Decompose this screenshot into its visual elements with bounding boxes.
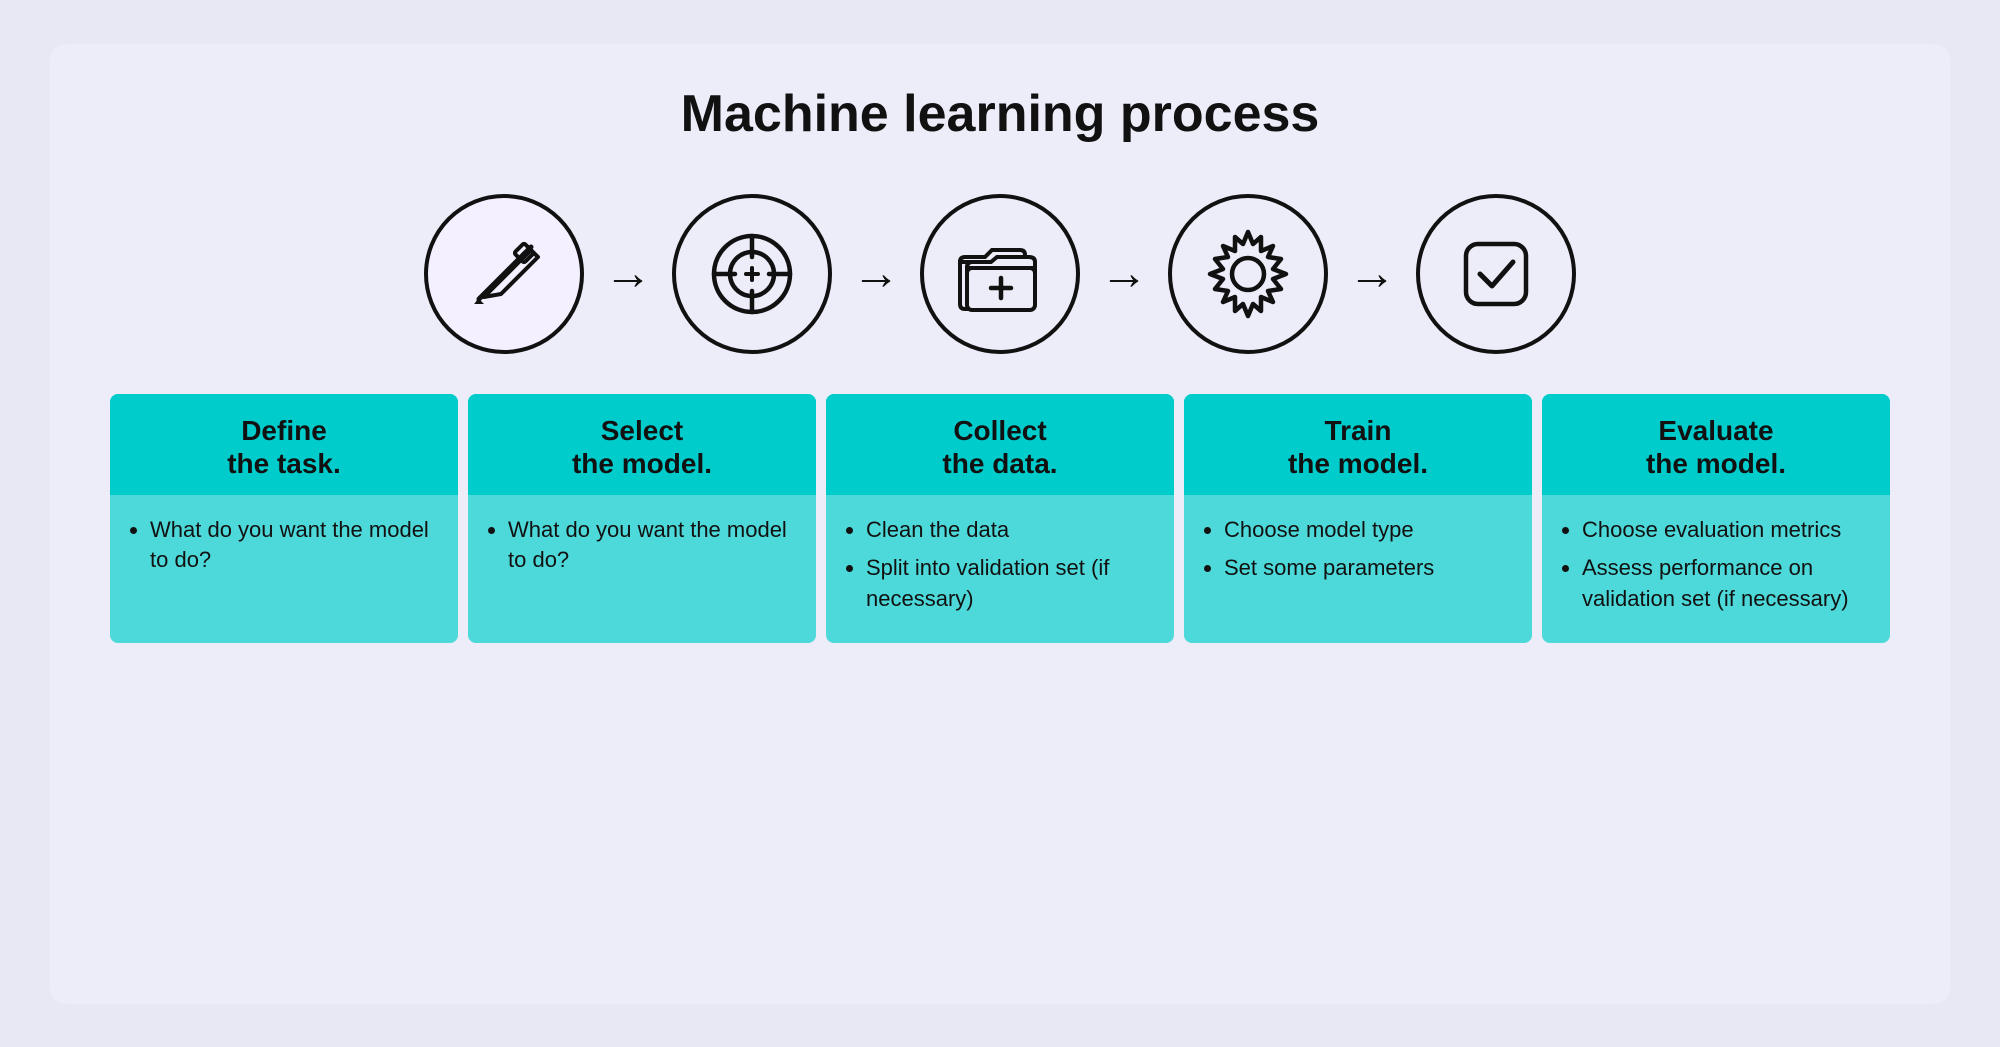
arrow-3: → — [1100, 246, 1148, 301]
arrow-2: → — [852, 246, 900, 301]
card-evaluate-title: Evaluatethe model. — [1562, 414, 1870, 481]
card-collect-title: Collectthe data. — [846, 414, 1154, 481]
card-define-bullet-1: What do you want the model to do? — [150, 515, 438, 577]
card-collect-bullet-2: Split into validation set (if necessary) — [866, 553, 1154, 615]
card-evaluate-bullet-1: Choose evaluation metrics — [1582, 515, 1870, 546]
card-define-header: Definethe task. — [110, 394, 458, 495]
icon-train — [1168, 194, 1328, 354]
card-collect-body: Clean the data Split into validation set… — [826, 495, 1174, 643]
card-train: Trainthe model. Choose model type Set so… — [1184, 394, 1532, 644]
arrow-1: → — [604, 246, 652, 301]
card-select-body: What do you want the model to do? — [468, 495, 816, 643]
icon-define — [424, 194, 584, 354]
card-evaluate-header: Evaluatethe model. — [1542, 394, 1890, 495]
card-define-body: What do you want the model to do? — [110, 495, 458, 643]
card-select-title: Selectthe model. — [488, 414, 796, 481]
card-select: Selectthe model. What do you want the mo… — [468, 394, 816, 644]
cards-row: Definethe task. What do you want the mod… — [110, 394, 1890, 644]
icon-collect — [920, 194, 1080, 354]
card-train-bullet-1: Choose model type — [1224, 515, 1512, 546]
page-title: Machine learning process — [681, 84, 1320, 144]
icon-evaluate — [1416, 194, 1576, 354]
card-collect-header: Collectthe data. — [826, 394, 1174, 495]
card-evaluate: Evaluatethe model. Choose evaluation met… — [1542, 394, 1890, 644]
card-collect: Collectthe data. Clean the data Split in… — [826, 394, 1174, 644]
main-container: Machine learning process → — [50, 44, 1950, 1004]
card-evaluate-body: Choose evaluation metrics Assess perform… — [1542, 495, 1890, 643]
card-evaluate-bullet-2: Assess performance on validation set (if… — [1582, 553, 1870, 615]
card-train-body: Choose model type Set some parameters — [1184, 495, 1532, 643]
card-define-title: Definethe task. — [130, 414, 438, 481]
icon-select — [672, 194, 832, 354]
card-collect-bullet-1: Clean the data — [866, 515, 1154, 546]
icons-row: → → — [110, 194, 1890, 354]
card-select-header: Selectthe model. — [468, 394, 816, 495]
card-train-bullet-2: Set some parameters — [1224, 553, 1512, 584]
card-train-header: Trainthe model. — [1184, 394, 1532, 495]
card-define: Definethe task. What do you want the mod… — [110, 394, 458, 644]
card-train-title: Trainthe model. — [1204, 414, 1512, 481]
card-select-bullet-1: What do you want the model to do? — [508, 515, 796, 577]
arrow-4: → — [1348, 246, 1396, 301]
